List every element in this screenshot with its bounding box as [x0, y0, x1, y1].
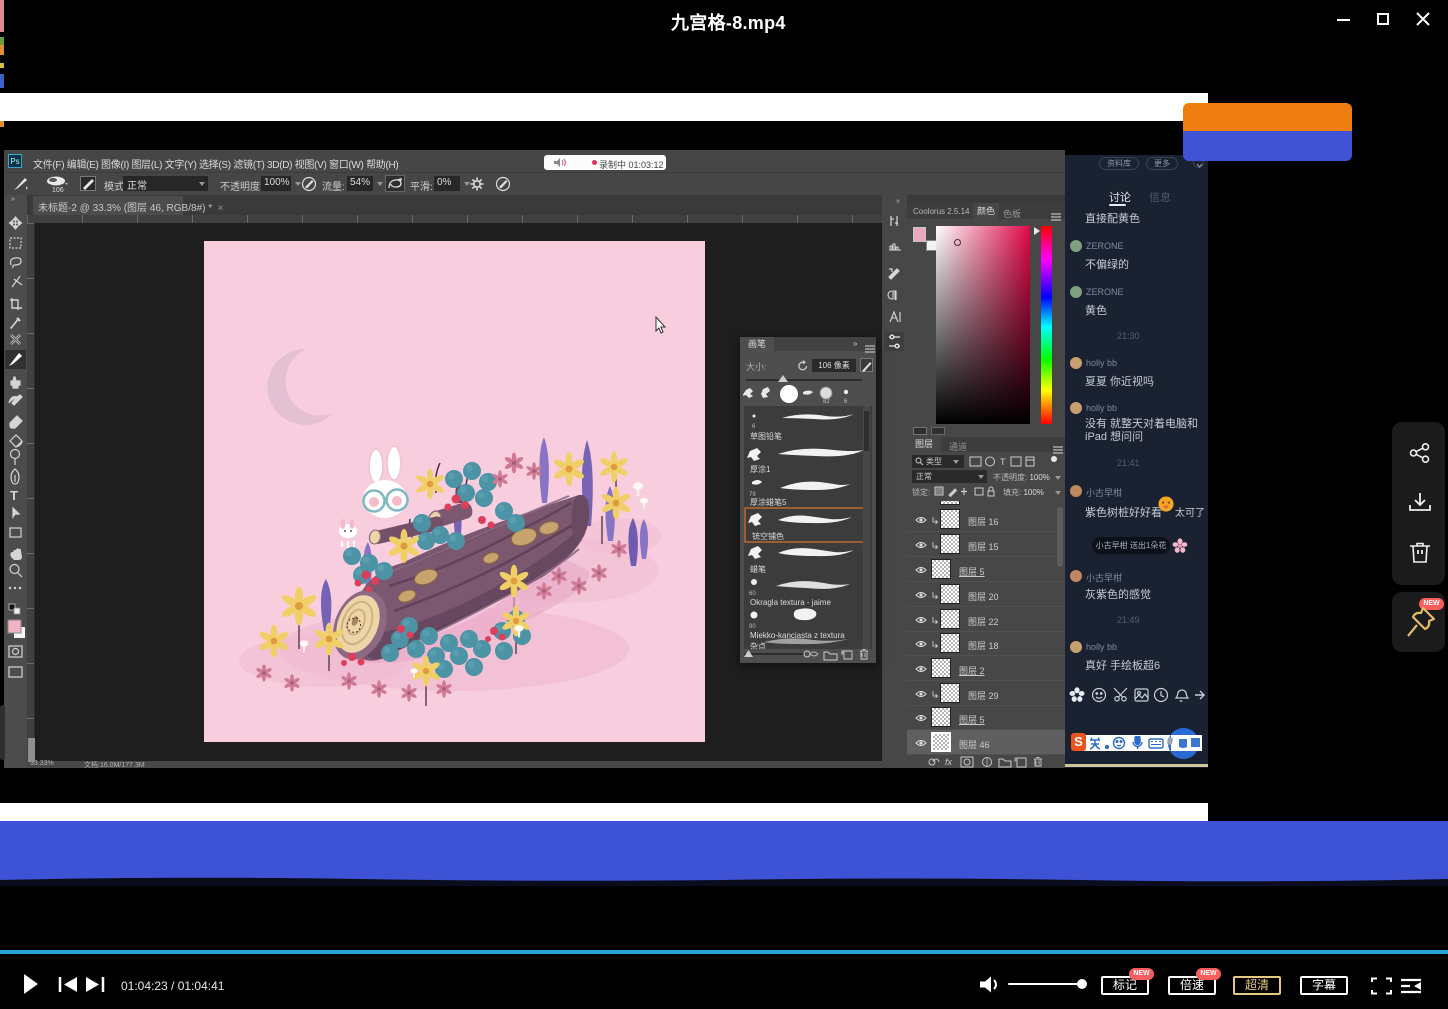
svg-text:62: 62 [823, 399, 830, 404]
svg-text:杂点: 杂点 [750, 642, 766, 649]
svg-text:6: 6 [752, 424, 756, 430]
svg-text:草图铅笔: 草图铅笔 [750, 431, 782, 441]
svg-text:»: » [896, 198, 900, 205]
svg-text:T: T [10, 488, 18, 503]
svg-text:60: 60 [749, 591, 756, 597]
svg-text:90: 90 [749, 624, 756, 630]
svg-text:fx: fx [945, 757, 953, 767]
svg-text:106: 106 [52, 187, 64, 193]
svg-text:铳空铺色: 铳空铺色 [752, 531, 784, 541]
svg-text:厚涂1: 厚涂1 [750, 464, 771, 474]
svg-text:6: 6 [844, 399, 848, 404]
svg-text:厚涂蜡笔5: 厚涂蜡笔5 [750, 497, 787, 507]
svg-text:Okragla textura - jaime: Okragla textura - jaime [750, 598, 831, 607]
svg-text:蜡笔: 蜡笔 [750, 564, 766, 574]
svg-text:T: T [1000, 457, 1006, 467]
